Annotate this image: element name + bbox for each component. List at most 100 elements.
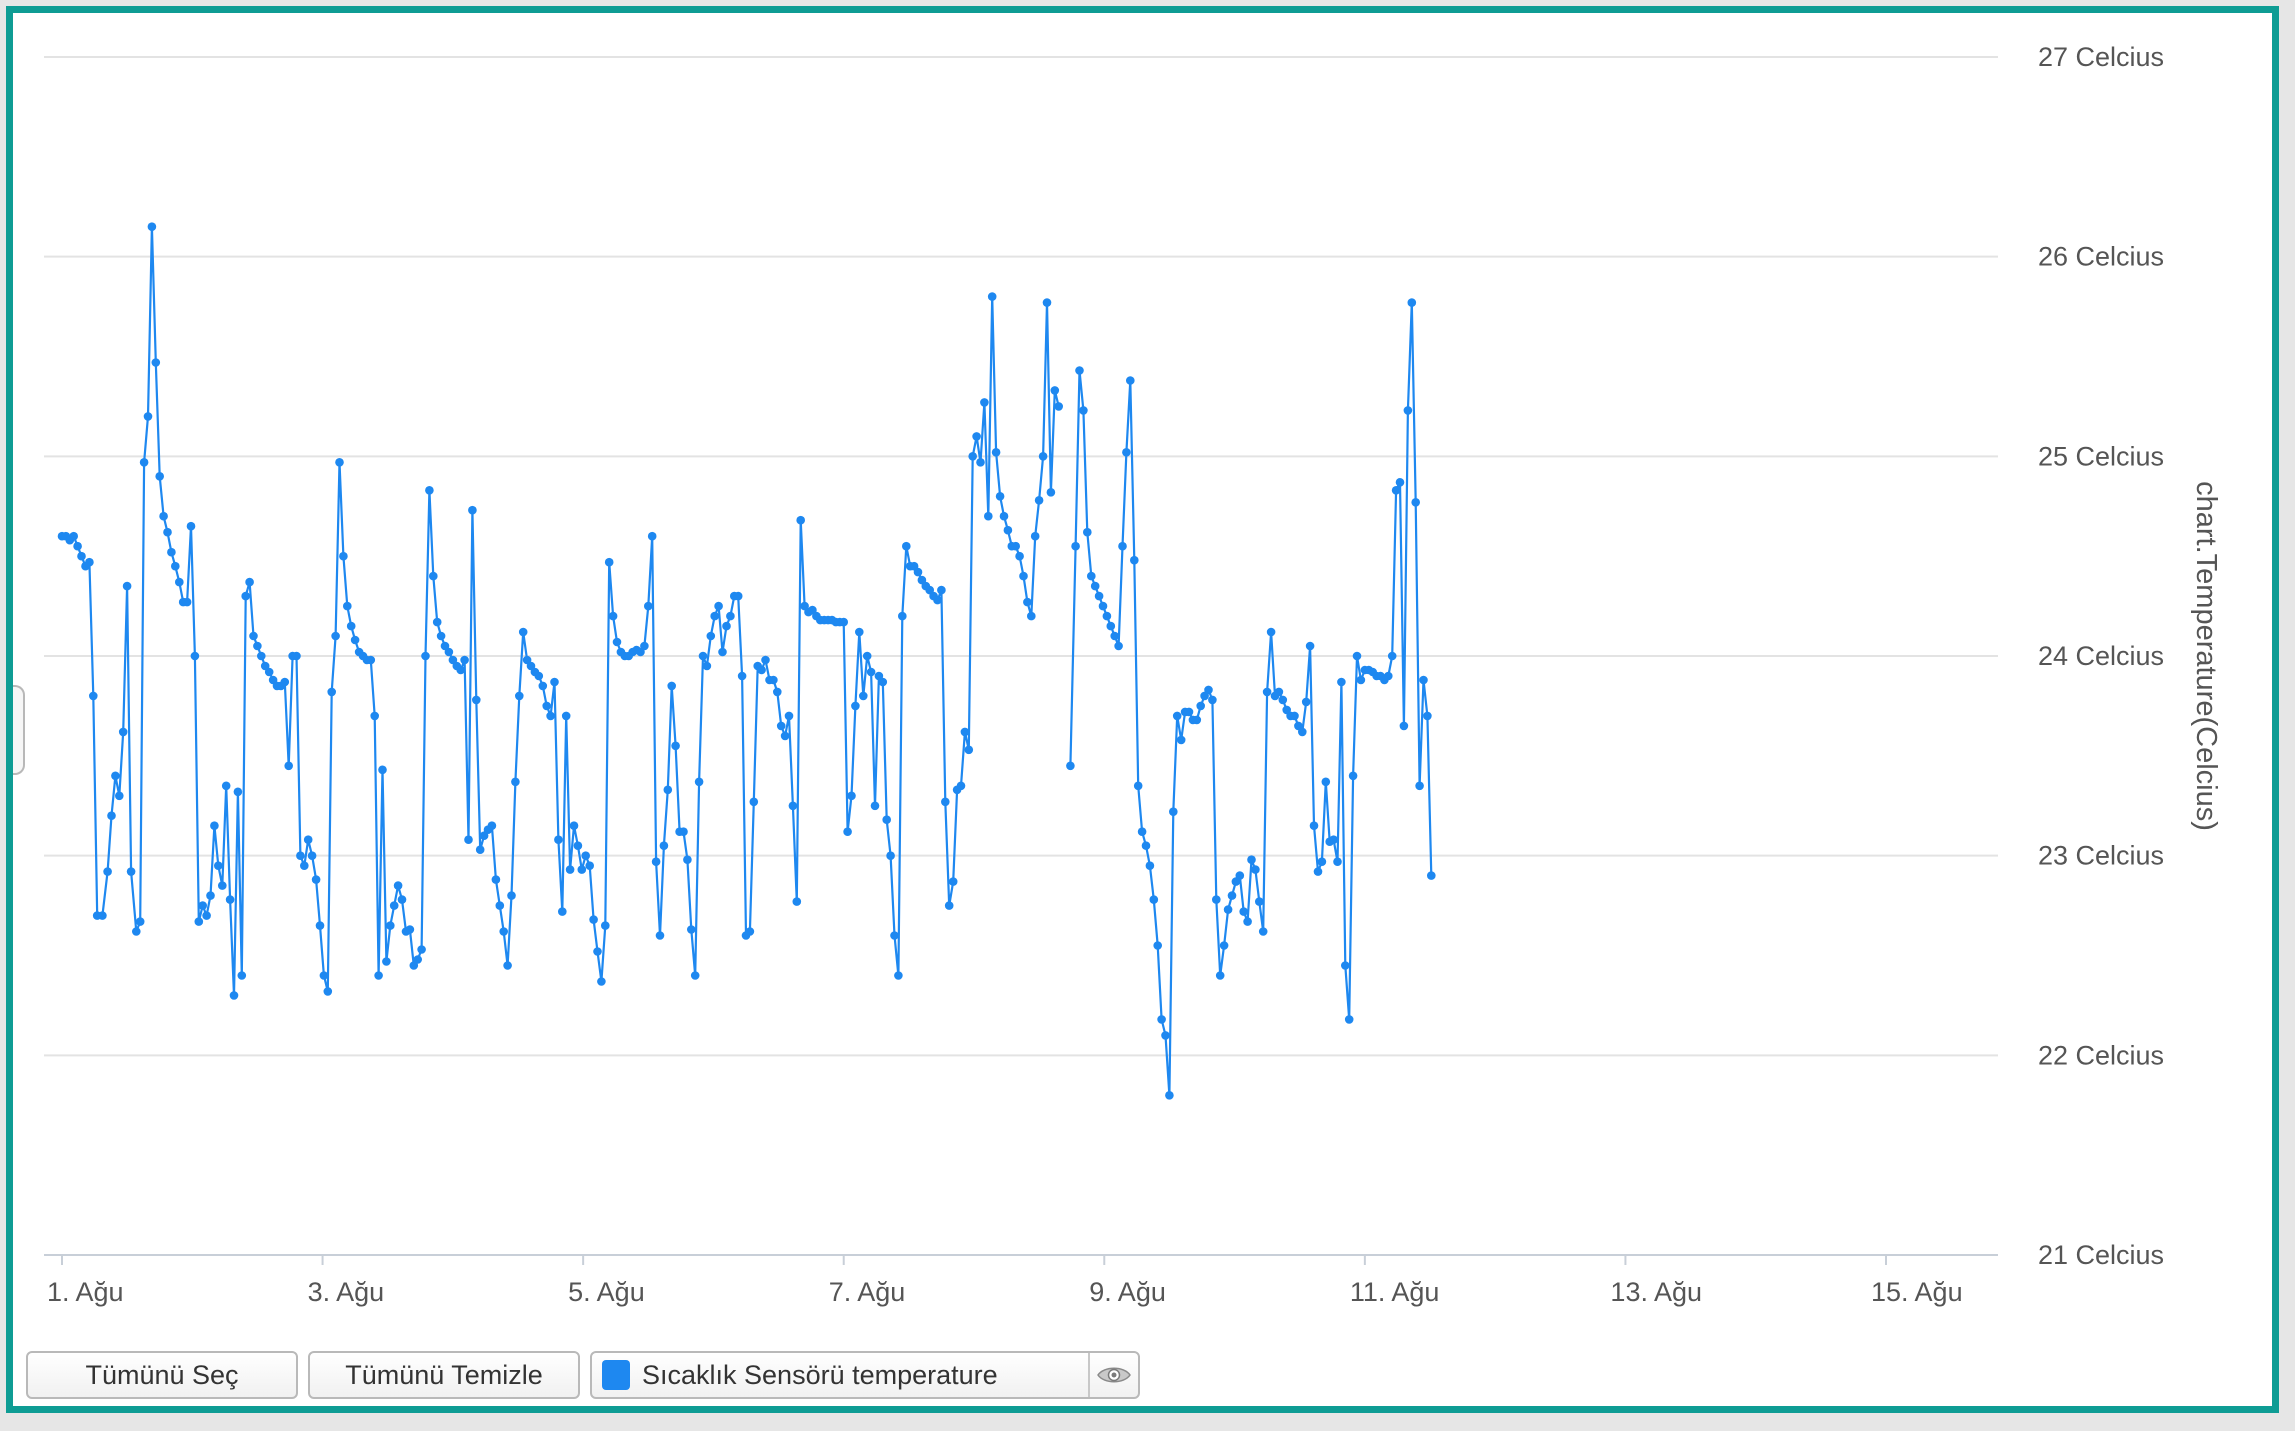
data-point: [581, 851, 590, 860]
data-point: [913, 567, 923, 577]
data-point: [331, 631, 340, 641]
data-point: [679, 827, 688, 836]
data-point: [960, 727, 970, 737]
data-point: [667, 681, 676, 691]
data-point: [237, 971, 247, 980]
data-point: [1083, 527, 1092, 537]
side-panel-handle[interactable]: [13, 685, 25, 775]
data-point: [1258, 927, 1268, 936]
y-tick-label: 22 Celcius: [2038, 1040, 2164, 1070]
data-point: [77, 551, 86, 561]
data-point: [245, 577, 254, 587]
data-point: [878, 677, 888, 687]
series-color-swatch: [602, 1360, 630, 1390]
data-point: [1122, 448, 1131, 457]
data-point: [1192, 715, 1202, 725]
data-point: [280, 677, 290, 687]
data-point: [1102, 611, 1112, 621]
data-point: [1023, 597, 1032, 607]
data-point: [1223, 905, 1233, 914]
data-point: [733, 591, 743, 601]
data-point: [225, 895, 235, 904]
data-point: [647, 531, 657, 541]
data-point: [1204, 685, 1213, 695]
data-point: [370, 711, 380, 721]
data-point: [1239, 907, 1248, 916]
data-point: [386, 921, 395, 930]
data-point: [425, 486, 434, 495]
data-point: [565, 865, 575, 874]
data-point: [671, 741, 680, 751]
data-point: [698, 651, 708, 661]
data-point: [843, 827, 852, 836]
data-point: [249, 631, 258, 641]
data-point: [135, 917, 145, 926]
data-point: [1344, 1015, 1354, 1024]
data-point: [968, 452, 977, 461]
data-point: [1329, 835, 1338, 844]
data-point: [792, 897, 802, 906]
data-point: [73, 541, 82, 551]
data-point: [890, 931, 899, 940]
data-point: [726, 611, 735, 621]
data-point: [487, 821, 497, 830]
data-point: [472, 695, 481, 705]
data-point: [495, 901, 505, 910]
eye-icon[interactable]: [1088, 1353, 1138, 1397]
data-point: [722, 621, 731, 631]
data-point: [432, 617, 442, 627]
data-point: [98, 911, 107, 920]
data-point: [1079, 406, 1088, 415]
x-tick-label: 7. Ağu: [829, 1277, 906, 1307]
select-all-button[interactable]: Tümünü Seç: [26, 1351, 298, 1399]
data-point: [194, 917, 204, 926]
data-point: [315, 921, 325, 930]
data-point: [468, 505, 477, 515]
data-point: [397, 895, 407, 904]
data-point: [640, 641, 649, 651]
data-point: [933, 595, 942, 605]
data-point: [944, 901, 954, 910]
data-point: [597, 977, 606, 986]
data-point: [976, 458, 985, 467]
data-point: [499, 927, 509, 936]
data-point: [319, 971, 329, 980]
data-point: [1110, 631, 1119, 641]
data-point: [882, 815, 891, 824]
data-point: [346, 621, 356, 631]
data-point: [1141, 841, 1151, 850]
data-point: [737, 671, 747, 681]
data-point: [898, 611, 907, 621]
data-point: [1321, 777, 1331, 787]
data-point: [460, 655, 469, 665]
data-point: [311, 875, 321, 884]
data-point: [886, 851, 895, 860]
data-point: [1030, 531, 1040, 541]
data-point: [991, 448, 1001, 457]
data-point: [155, 472, 164, 481]
data-point: [999, 511, 1009, 521]
data-point: [1090, 581, 1100, 591]
data-point: [859, 691, 868, 701]
data-point: [503, 961, 512, 970]
data-point: [796, 515, 805, 525]
data-point: [956, 781, 966, 791]
data-point: [1106, 621, 1116, 631]
data-point: [1415, 781, 1424, 791]
data-point: [126, 867, 136, 876]
data-point: [659, 841, 669, 850]
data-point: [1423, 711, 1432, 721]
legend-item-temperature[interactable]: Sıcaklık Sensörü temperature: [590, 1351, 1140, 1399]
x-tick-label: 11. Ağu: [1350, 1277, 1440, 1307]
data-point: [995, 492, 1005, 501]
data-point: [1266, 627, 1276, 637]
data-point: [1262, 687, 1272, 697]
data-point: [1305, 641, 1315, 651]
clear-all-button[interactable]: Tümünü Temizle: [308, 1351, 580, 1399]
data-point: [253, 641, 262, 651]
data-point: [456, 665, 466, 675]
data-point: [601, 921, 610, 930]
data-point: [870, 801, 880, 811]
data-point: [1003, 525, 1013, 535]
data-point: [984, 511, 993, 521]
